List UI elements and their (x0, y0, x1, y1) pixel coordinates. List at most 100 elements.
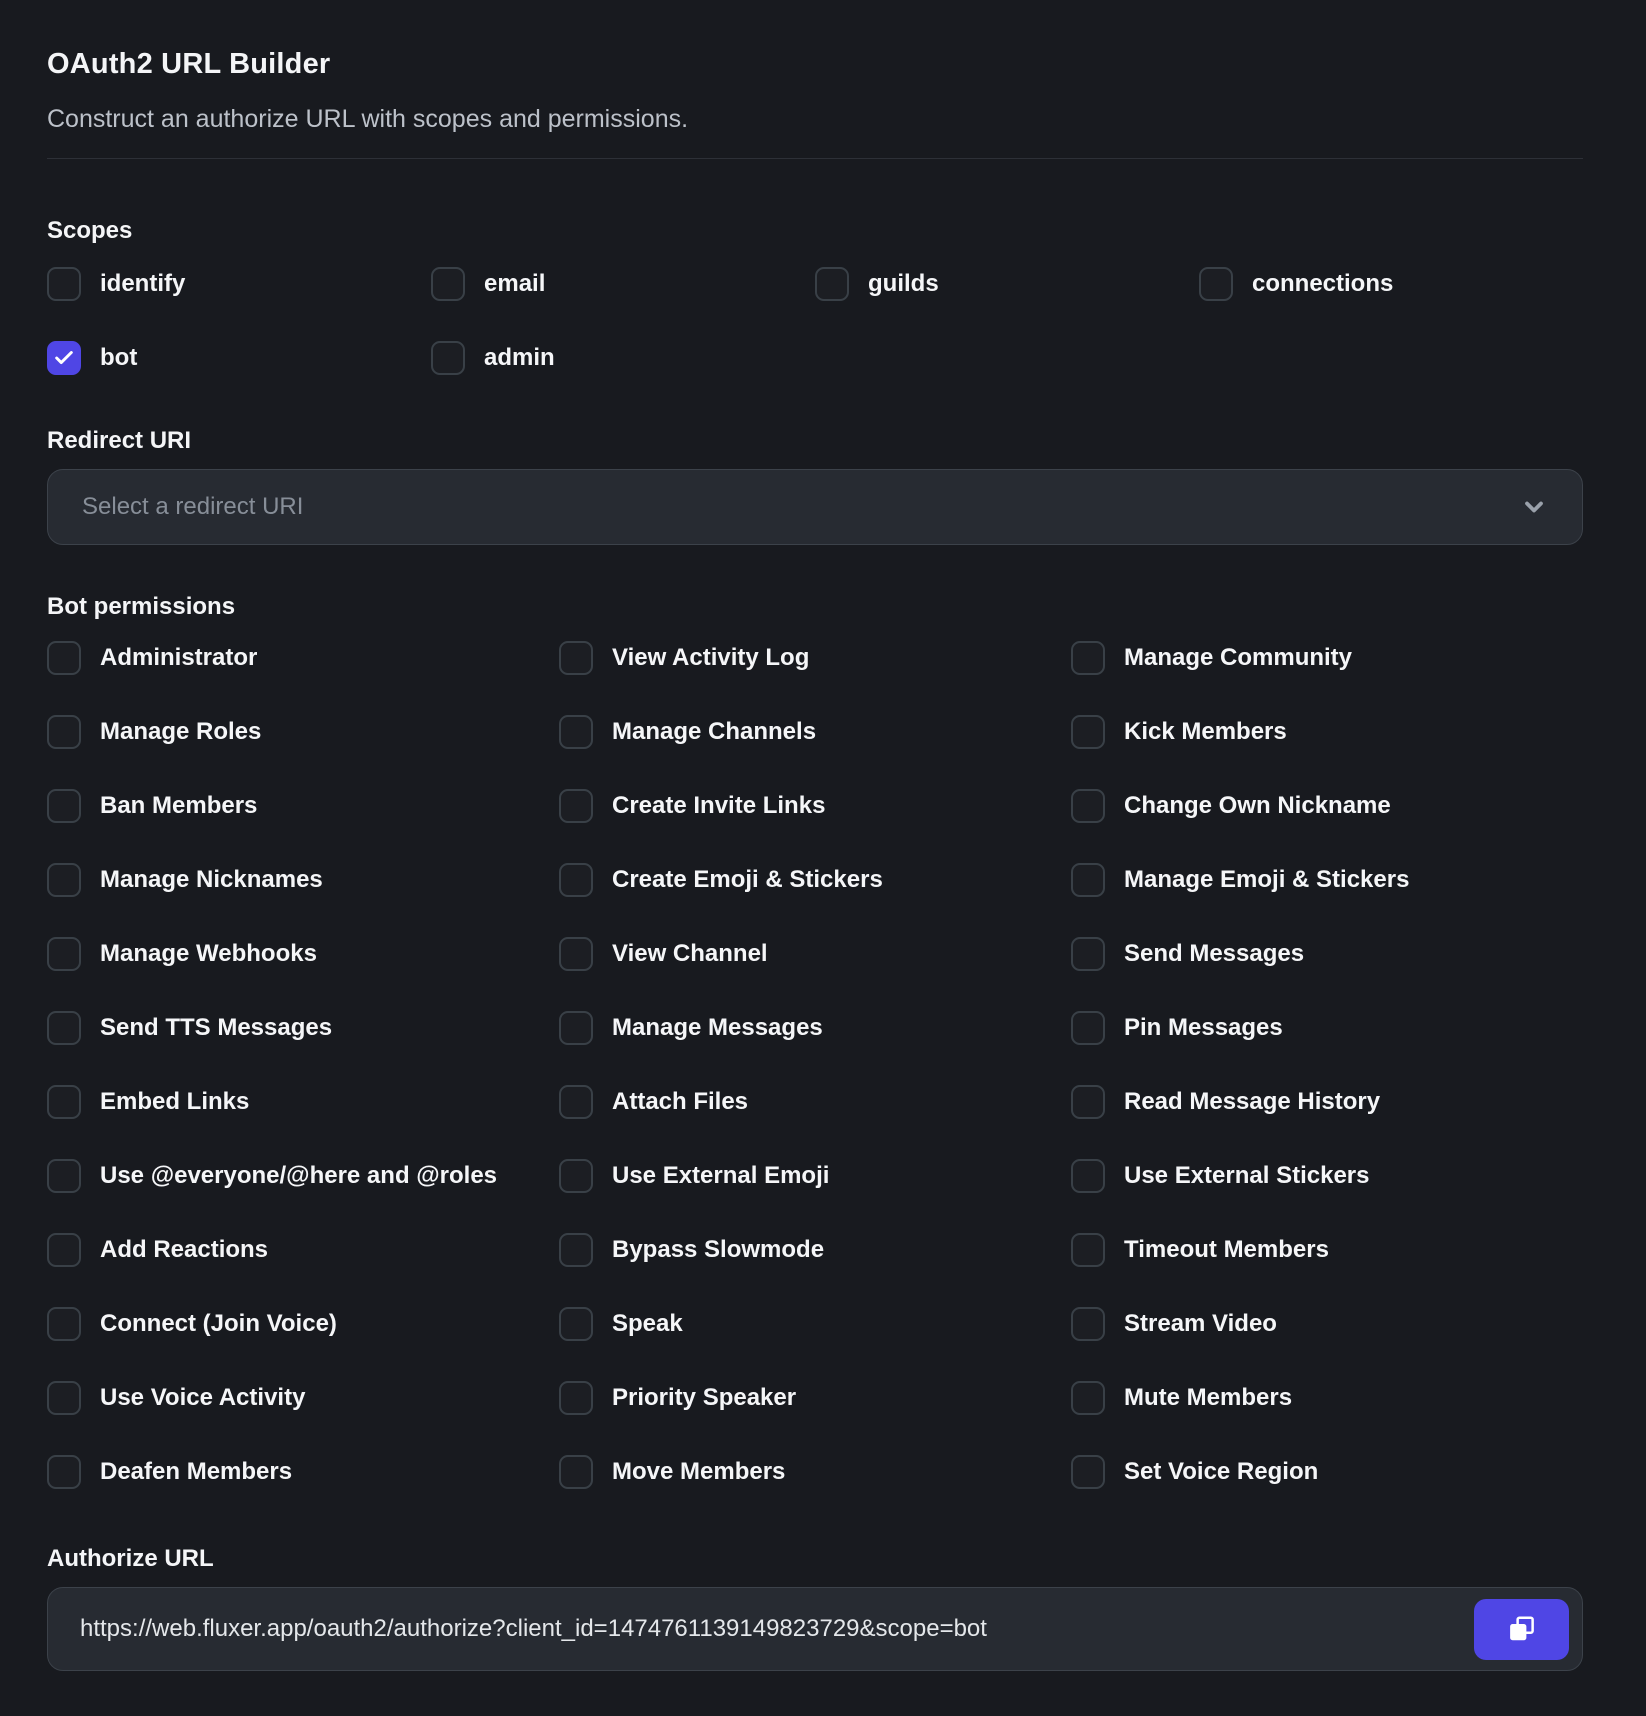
checkbox[interactable] (1199, 267, 1233, 301)
checkbox[interactable] (1071, 1011, 1105, 1045)
permission-checkbox-manage-webhooks[interactable]: Manage Webhooks (47, 937, 559, 971)
checkbox[interactable] (1071, 789, 1105, 823)
permission-checkbox-move-members[interactable]: Move Members (559, 1455, 1071, 1489)
permission-checkbox-send-tts-messages[interactable]: Send TTS Messages (47, 1011, 559, 1045)
permission-checkbox-connect-join-voice[interactable]: Connect (Join Voice) (47, 1307, 559, 1341)
permission-checkbox-add-reactions[interactable]: Add Reactions (47, 1233, 559, 1267)
permission-label: Mute Members (1124, 1384, 1292, 1412)
checkbox[interactable] (1071, 863, 1105, 897)
permission-checkbox-deafen-members[interactable]: Deafen Members (47, 1455, 559, 1489)
authorize-url-field[interactable]: https://web.fluxer.app/oauth2/authorize?… (47, 1587, 1583, 1671)
checkbox[interactable] (47, 789, 81, 823)
permission-checkbox-manage-nicknames[interactable]: Manage Nicknames (47, 863, 559, 897)
permission-checkbox-change-own-nickname[interactable]: Change Own Nickname (1071, 789, 1583, 823)
scope-checkbox-email[interactable]: email (431, 267, 815, 301)
checkbox[interactable] (1071, 1381, 1105, 1415)
checkbox[interactable] (47, 937, 81, 971)
permission-label: Use Voice Activity (100, 1384, 305, 1412)
permission-label: Manage Channels (612, 718, 816, 746)
permission-checkbox-embed-links[interactable]: Embed Links (47, 1085, 559, 1119)
checkbox[interactable] (47, 1233, 81, 1267)
permission-checkbox-manage-community[interactable]: Manage Community (1071, 641, 1583, 675)
checkbox[interactable] (559, 715, 593, 749)
scope-checkbox-connections[interactable]: connections (1199, 267, 1583, 301)
permission-label: Stream Video (1124, 1310, 1277, 1338)
checkbox[interactable] (431, 341, 465, 375)
permission-checkbox-mute-members[interactable]: Mute Members (1071, 1381, 1583, 1415)
permission-checkbox-use-voice-activity[interactable]: Use Voice Activity (47, 1381, 559, 1415)
checkbox[interactable] (431, 267, 465, 301)
permission-checkbox-read-message-history[interactable]: Read Message History (1071, 1085, 1583, 1119)
checkbox[interactable] (559, 1455, 593, 1489)
scope-label: connections (1252, 270, 1393, 298)
permission-checkbox-create-invite-links[interactable]: Create Invite Links (559, 789, 1071, 823)
checkbox[interactable] (47, 641, 81, 675)
checkbox[interactable] (47, 1085, 81, 1119)
permission-checkbox-manage-messages[interactable]: Manage Messages (559, 1011, 1071, 1045)
checkbox[interactable] (559, 1233, 593, 1267)
checkbox[interactable] (47, 1159, 81, 1193)
permission-checkbox-set-voice-region[interactable]: Set Voice Region (1071, 1455, 1583, 1489)
scope-checkbox-guilds[interactable]: guilds (815, 267, 1199, 301)
checkbox[interactable] (815, 267, 849, 301)
permission-checkbox-bypass-slowmode[interactable]: Bypass Slowmode (559, 1233, 1071, 1267)
checkbox[interactable] (559, 1381, 593, 1415)
permission-checkbox-administrator[interactable]: Administrator (47, 641, 559, 675)
checkbox[interactable] (47, 1455, 81, 1489)
redirect-uri-select[interactable]: Select a redirect URI (47, 469, 1583, 545)
scope-checkbox-identify[interactable]: identify (47, 267, 431, 301)
checkbox[interactable] (559, 1159, 593, 1193)
permission-checkbox-manage-channels[interactable]: Manage Channels (559, 715, 1071, 749)
permission-label: Use @everyone/@here and @roles (100, 1162, 497, 1190)
checkbox[interactable] (1071, 1233, 1105, 1267)
checkbox[interactable] (559, 863, 593, 897)
permission-checkbox-ban-members[interactable]: Ban Members (47, 789, 559, 823)
permission-checkbox-view-channel[interactable]: View Channel (559, 937, 1071, 971)
permission-checkbox-view-activity-log[interactable]: View Activity Log (559, 641, 1071, 675)
checkbox[interactable] (1071, 1085, 1105, 1119)
checkbox[interactable] (47, 341, 81, 375)
permission-checkbox-timeout-members[interactable]: Timeout Members (1071, 1233, 1583, 1267)
checkbox[interactable] (47, 1011, 81, 1045)
checkbox[interactable] (559, 1011, 593, 1045)
checkbox[interactable] (47, 1381, 81, 1415)
checkbox[interactable] (1071, 641, 1105, 675)
checkbox[interactable] (1071, 715, 1105, 749)
permission-checkbox-speak[interactable]: Speak (559, 1307, 1071, 1341)
scope-label: guilds (868, 270, 939, 298)
permission-checkbox-manage-roles[interactable]: Manage Roles (47, 715, 559, 749)
scope-checkbox-bot[interactable]: bot (47, 341, 431, 375)
permission-label: Change Own Nickname (1124, 792, 1391, 820)
permission-label: Attach Files (612, 1088, 748, 1116)
checkbox[interactable] (559, 789, 593, 823)
permission-label: Set Voice Region (1124, 1458, 1318, 1486)
checkbox[interactable] (1071, 1455, 1105, 1489)
permission-checkbox-pin-messages[interactable]: Pin Messages (1071, 1011, 1583, 1045)
checkbox[interactable] (559, 937, 593, 971)
checkbox[interactable] (47, 715, 81, 749)
checkbox[interactable] (47, 1307, 81, 1341)
permission-checkbox-stream-video[interactable]: Stream Video (1071, 1307, 1583, 1341)
checkbox[interactable] (1071, 1307, 1105, 1341)
permission-label: View Channel (612, 940, 768, 968)
permission-checkbox-send-messages[interactable]: Send Messages (1071, 937, 1583, 971)
permission-checkbox-use-external-stickers[interactable]: Use External Stickers (1071, 1159, 1583, 1193)
checkbox[interactable] (47, 267, 81, 301)
checkbox[interactable] (559, 1085, 593, 1119)
permission-checkbox-attach-files[interactable]: Attach Files (559, 1085, 1071, 1119)
copy-button[interactable] (1474, 1599, 1569, 1660)
page-title: OAuth2 URL Builder (47, 48, 1583, 81)
checkbox[interactable] (1071, 1159, 1105, 1193)
checkbox[interactable] (559, 641, 593, 675)
permission-label: Use External Emoji (612, 1162, 829, 1190)
permission-checkbox-create-emoji-stickers[interactable]: Create Emoji & Stickers (559, 863, 1071, 897)
scope-checkbox-admin[interactable]: admin (431, 341, 815, 375)
checkbox[interactable] (559, 1307, 593, 1341)
permission-checkbox-use-external-emoji[interactable]: Use External Emoji (559, 1159, 1071, 1193)
permission-checkbox-priority-speaker[interactable]: Priority Speaker (559, 1381, 1071, 1415)
permission-checkbox-manage-emoji-stickers[interactable]: Manage Emoji & Stickers (1071, 863, 1583, 897)
checkbox[interactable] (1071, 937, 1105, 971)
permission-checkbox-kick-members[interactable]: Kick Members (1071, 715, 1583, 749)
permission-checkbox-use-everyone-here-roles[interactable]: Use @everyone/@here and @roles (47, 1159, 559, 1193)
checkbox[interactable] (47, 863, 81, 897)
